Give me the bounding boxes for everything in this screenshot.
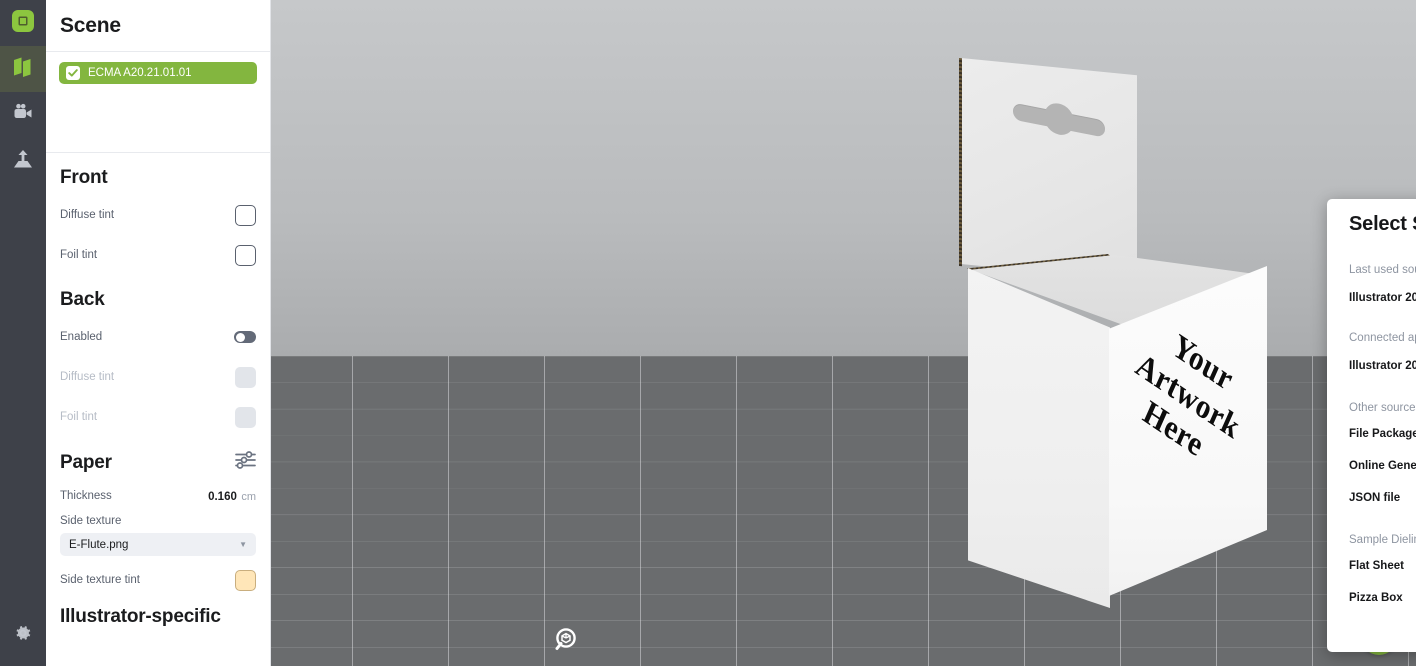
model-hang-panel	[961, 58, 1137, 282]
section-heading-front: Front	[60, 167, 108, 188]
dialog-item-illustrator-connected[interactable]: Illustrator 2020	[1349, 360, 1416, 372]
dialog-item-json-file[interactable]: JSON file	[1349, 492, 1416, 504]
side-texture-tint-swatch[interactable]	[235, 569, 256, 591]
thickness-label: Thickness	[60, 490, 112, 502]
select-source-dialog: Select Source Last used source Illustrat…	[1327, 199, 1416, 652]
dialog-group-label-other-sources: Other sources	[1349, 402, 1416, 414]
euro-slot-hole	[1013, 95, 1105, 145]
scene-object-list: ECMA A20.21.01.01	[46, 52, 270, 152]
artwork-placeholder-text: Your Artwork Here	[1130, 326, 1246, 465]
dialog-item-online-generator[interactable]: Online Generator	[1349, 460, 1416, 472]
row-back-enabled: Enabled	[46, 317, 270, 357]
rail-item-export[interactable]	[0, 138, 46, 184]
3d-viewport[interactable]: Your Artwork Here Select Last used so Il…	[271, 0, 1416, 666]
dialog-item-flat-sheet[interactable]: Flat Sheet	[1349, 560, 1416, 572]
section-heading-illustrator: Illustrator-specific	[60, 606, 221, 627]
row-back-diffuse-tint: Diffuse tint	[46, 357, 270, 397]
packaging-model[interactable]: Your Artwork Here	[959, 58, 1271, 618]
side-texture-label: Side texture	[60, 515, 122, 527]
dialog-item-file-package[interactable]: File Package	[1349, 428, 1416, 440]
model-corrugated-edge-left	[959, 58, 962, 267]
sliders-icon[interactable]	[235, 451, 256, 475]
chevron-down-icon: ▼	[239, 540, 247, 549]
gear-icon	[13, 623, 33, 648]
dieline-icon	[12, 56, 34, 83]
model-front-face	[968, 268, 1110, 608]
export-upload-icon	[12, 148, 34, 175]
front-diffuse-tint-swatch[interactable]	[235, 204, 256, 226]
side-texture-select[interactable]: E-Flute.png ▼	[60, 533, 256, 556]
thickness-value-group[interactable]: 0.160 cm	[208, 487, 256, 505]
rail-item-dieline[interactable]	[0, 46, 46, 92]
checkbox-checked-icon[interactable]	[66, 66, 80, 80]
back-foil-tint-swatch	[235, 406, 256, 428]
properties-panel: Scene ECMA A20.21.01.01 Front Diffuse ti…	[46, 0, 271, 666]
dialog-group-label-sample-dielines: Sample Dielines	[1349, 534, 1416, 546]
side-texture-tint-label: Side texture tint	[60, 574, 140, 586]
dialog-group-label-connected: Connected applications	[1349, 332, 1416, 344]
thickness-value: 0.160	[208, 491, 237, 503]
row-front-diffuse-tint: Diffuse tint	[46, 195, 270, 235]
dialog-item-pizza-box[interactable]: Pizza Box	[1349, 592, 1416, 604]
side-texture-value: E-Flute.png	[69, 538, 129, 551]
app-root: Scene ECMA A20.21.01.01 Front Diffuse ti…	[0, 0, 1416, 666]
front-diffuse-tint-label: Diffuse tint	[60, 209, 115, 221]
scene-item-label: ECMA A20.21.01.01	[88, 67, 192, 79]
back-enabled-label: Enabled	[60, 331, 103, 343]
thickness-unit: cm	[241, 491, 256, 503]
dialog-title: Select Source	[1349, 213, 1416, 235]
dialog-group-label-last-used: Last used source	[1349, 264, 1416, 276]
camera-icon	[12, 102, 34, 129]
back-foil-tint-label: Foil tint	[60, 411, 98, 423]
section-heading-back: Back	[60, 289, 105, 310]
scene-item-ecma[interactable]: ECMA A20.21.01.01	[59, 62, 257, 84]
focus-object-icon[interactable]	[553, 626, 579, 652]
back-enabled-toggle[interactable]	[234, 331, 256, 343]
row-paper-thickness: Thickness 0.160 cm	[46, 481, 270, 511]
page-title: Scene	[60, 14, 121, 37]
app-logo-icon	[11, 9, 35, 38]
dialog-item-illustrator-last-used[interactable]: Illustrator 2020	[1349, 292, 1416, 304]
euro-slot-circle	[1044, 100, 1074, 138]
rail-item-camera[interactable]	[0, 92, 46, 138]
row-front-foil-tint: Foil tint	[46, 235, 270, 275]
rail-item-settings[interactable]	[0, 612, 46, 658]
paper-heading-label: Paper	[60, 452, 112, 473]
section-heading-paper: Paper	[46, 437, 270, 481]
row-back-foil-tint: Foil tint	[46, 397, 270, 437]
back-diffuse-tint-swatch	[235, 366, 256, 388]
front-foil-tint-swatch[interactable]	[235, 244, 256, 266]
left-icon-rail	[0, 0, 46, 666]
row-side-texture-tint: Side texture tint	[46, 556, 270, 604]
back-diffuse-tint-label: Diffuse tint	[60, 371, 115, 383]
rail-item-logo[interactable]	[0, 0, 46, 46]
front-foil-tint-label: Foil tint	[60, 249, 98, 261]
